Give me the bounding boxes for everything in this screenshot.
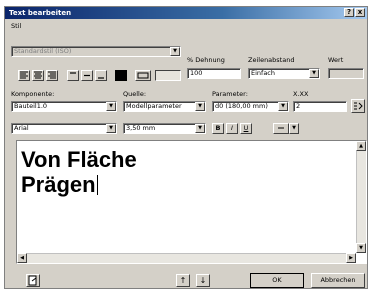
title-bar: Text bearbeiten ? x — [5, 7, 367, 19]
chevron-down-icon[interactable]: ▼ — [278, 102, 288, 111]
wert-label: Wert — [328, 56, 344, 64]
cancel-button[interactable]: Abbrechen — [311, 273, 365, 288]
komponente-dropdown[interactable]: Bauteil1.0 ▼ — [11, 101, 117, 112]
valign-top-icon — [70, 72, 76, 74]
stil-dropdown[interactable]: Standardstil (ISO) ▼ — [11, 46, 181, 57]
parameter-dropdown[interactable]: d0 (180,00 mm) ▼ — [212, 101, 289, 112]
text-editor[interactable]: Von Fläche Prägen ▲ ▼ ◀ ▶ — [16, 140, 367, 264]
xx-label: X.XX — [293, 90, 309, 98]
xx-input[interactable]: 2 — [293, 101, 347, 112]
symbol-icon — [278, 127, 284, 129]
chevron-down-icon[interactable]: ▼ — [195, 124, 205, 133]
align-right-icon — [48, 71, 56, 79]
chevron-down-icon[interactable]: ▼ — [106, 102, 116, 111]
zeilenabstand-value: Einfach — [251, 69, 275, 77]
align-center-button[interactable] — [32, 70, 44, 81]
editor-line-2: Prägen — [21, 172, 96, 197]
scroll-up-arrow[interactable]: ▲ — [356, 141, 366, 151]
dehnung-value: 100 — [190, 69, 203, 77]
italic-button[interactable]: I — [226, 123, 238, 134]
editor-content[interactable]: Von Fläche Prägen — [21, 147, 137, 197]
stil-value: Standardstil (ISO) — [14, 47, 72, 55]
valign-bottom-icon — [98, 77, 104, 79]
zeilenabstand-label: Zeilenabstand — [248, 56, 295, 64]
quelle-dropdown[interactable]: Modellparameter ▼ — [123, 101, 206, 112]
scroll-left-arrow[interactable]: ◀ — [17, 253, 27, 263]
dehnung-label: % Dehnung — [187, 56, 225, 64]
dehnung-input[interactable]: 100 — [187, 68, 241, 79]
text-box-button[interactable] — [135, 70, 151, 81]
align-left-icon — [20, 71, 28, 79]
size-dropdown[interactable]: 3,50 mm ▼ — [123, 123, 206, 134]
move-up-button[interactable]: ↑ — [176, 274, 190, 287]
text-color-swatch[interactable] — [115, 70, 127, 81]
quelle-value: Modellparameter — [126, 102, 182, 110]
valign-middle-icon — [84, 74, 90, 77]
valign-bottom-button[interactable] — [95, 70, 107, 81]
import-icon — [28, 275, 37, 286]
text-caret — [96, 175, 98, 195]
font-dropdown[interactable]: Arial ▼ — [11, 123, 117, 134]
horizontal-scrollbar[interactable]: ◀ ▶ — [17, 253, 356, 263]
close-button[interactable]: x — [355, 8, 365, 17]
bold-button[interactable]: B — [212, 123, 224, 134]
spacing-button[interactable] — [155, 70, 181, 81]
align-left-button[interactable] — [18, 70, 30, 81]
komponente-value: Bauteil1.0 — [14, 102, 48, 110]
scroll-down-arrow[interactable]: ▼ — [356, 243, 366, 253]
xx-value: 2 — [296, 102, 301, 110]
help-button[interactable]: ? — [344, 8, 354, 17]
underline-button[interactable]: U — [240, 123, 252, 134]
symbol-dropdown-button[interactable]: ▼ — [289, 123, 299, 134]
align-right-button[interactable] — [46, 70, 58, 81]
parameter-label: Parameter: — [212, 90, 248, 98]
quelle-label: Quelle: — [123, 90, 147, 98]
import-button[interactable] — [26, 274, 40, 287]
stil-label: Stil — [11, 22, 22, 30]
zeilenabstand-dropdown[interactable]: Einfach ▼ — [248, 68, 320, 79]
ok-button[interactable]: OK — [250, 273, 304, 288]
valign-middle-button[interactable] — [81, 70, 93, 81]
insert-parameter-icon — [354, 102, 363, 110]
valign-top-button[interactable] — [67, 70, 79, 81]
chevron-down-icon[interactable]: ▼ — [170, 47, 180, 56]
scroll-right-arrow[interactable]: ▶ — [346, 253, 356, 263]
font-value: Arial — [14, 124, 29, 132]
wert-input[interactable] — [328, 68, 364, 79]
vertical-scrollbar[interactable]: ▲ ▼ — [356, 141, 366, 253]
chevron-down-icon[interactable]: ▼ — [106, 124, 116, 133]
insert-parameter-button[interactable] — [351, 99, 365, 113]
dialog-title: Text bearbeiten — [9, 9, 72, 17]
text-box-icon — [137, 72, 149, 79]
move-down-button[interactable]: ↓ — [196, 274, 210, 287]
symbol-button[interactable] — [273, 123, 289, 134]
parameter-value: d0 (180,00 mm) — [215, 102, 268, 110]
editor-line-1: Von Fläche — [21, 147, 137, 172]
align-center-icon — [34, 71, 42, 79]
chevron-down-icon[interactable]: ▼ — [195, 102, 205, 111]
komponente-label: Komponente: — [11, 90, 55, 98]
chevron-down-icon[interactable]: ▼ — [309, 69, 319, 78]
size-value: 3,50 mm — [126, 124, 156, 132]
